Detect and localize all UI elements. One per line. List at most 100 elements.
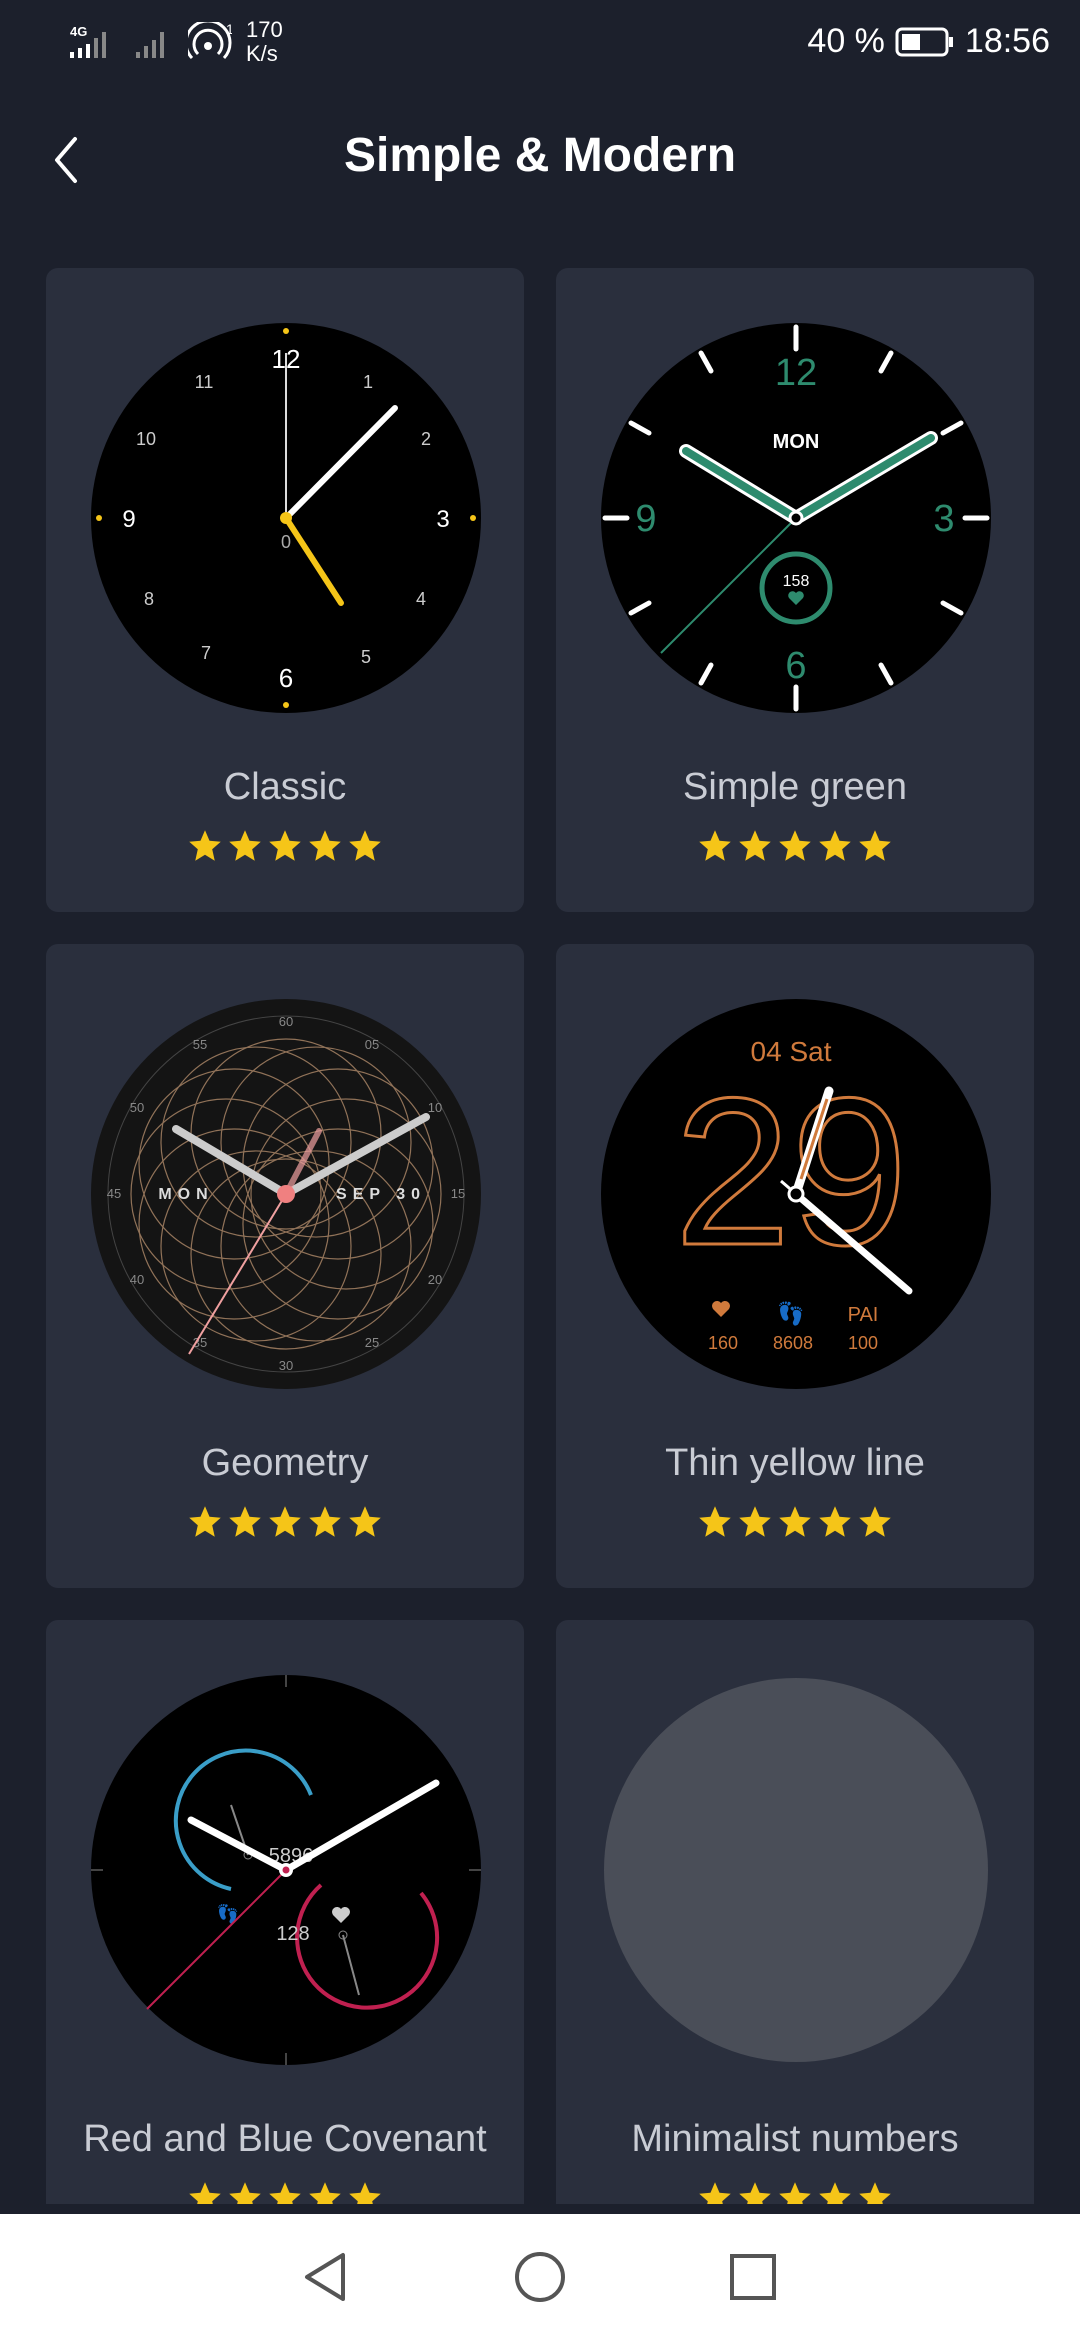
geometry-ring-label: 25 xyxy=(365,1335,379,1350)
covenant-heart: 128 xyxy=(276,1923,309,1945)
classic-num-5: 5 xyxy=(361,647,371,667)
thin-yellow-face-preview: 04 Sat 29 👣 PAI 160 8608 100 xyxy=(601,999,991,1389)
star-icon xyxy=(309,1506,341,1537)
classic-num-7: 7 xyxy=(201,643,211,663)
watch-face-card-thin-yellow-line[interactable]: 04 Sat 29 👣 PAI 160 8608 100 Thin yellow… xyxy=(556,944,1034,1588)
star-icon xyxy=(269,1506,301,1537)
green-num-3: 3 xyxy=(933,498,954,540)
star-icon xyxy=(739,830,771,861)
star-icon xyxy=(699,830,731,861)
simple-green-face-preview: 12 3 6 9 MON 158 xyxy=(601,323,991,713)
battery-percent: 40 % xyxy=(807,22,885,60)
classic-num-6: 6 xyxy=(279,663,293,693)
footsteps-icon: 👣 xyxy=(777,1300,804,1327)
svg-text:1: 1 xyxy=(226,22,232,37)
minimalist-face-placeholder xyxy=(604,1678,988,2062)
classic-center-digit: 0 xyxy=(281,532,291,552)
signal-4g-icon: 4G xyxy=(70,24,106,58)
green-num-6: 6 xyxy=(785,645,806,687)
status-bar: 4G 1 170 K/s 40 % 18:56 xyxy=(0,0,1080,90)
star-icon xyxy=(309,2182,341,2204)
geometry-ring-label: 10 xyxy=(428,1100,442,1115)
star-icon xyxy=(739,1506,771,1537)
geometry-face-preview: 600510152025303540455055 MON SEP 30 xyxy=(91,999,481,1389)
covenant-face-preview: 5896 👣 128 xyxy=(91,1675,481,2065)
svg-text:4G: 4G xyxy=(70,24,87,39)
geometry-ring-label: 40 xyxy=(130,1272,144,1287)
thin-yellow-big-number: 29 xyxy=(674,1054,908,1289)
header: Simple & Modern xyxy=(0,110,1080,210)
rating-stars xyxy=(556,1504,1034,1540)
rating-stars xyxy=(556,828,1034,864)
geometry-ring-label: 55 xyxy=(193,1037,207,1052)
geometry-ring-label: 20 xyxy=(428,1272,442,1287)
classic-num-2: 2 xyxy=(421,429,431,449)
rating-stars xyxy=(46,1504,524,1540)
star-icon xyxy=(859,1506,891,1537)
star-icon xyxy=(739,2182,771,2204)
star-icon xyxy=(309,830,341,861)
star-icon xyxy=(189,830,221,861)
star-icon xyxy=(189,1506,221,1537)
star-icon xyxy=(269,2182,301,2204)
green-heart-rate: 158 xyxy=(783,573,810,590)
geometry-ring-label: 15 xyxy=(451,1186,465,1201)
watch-face-grid: 12 1 2 3 4 5 6 7 8 9 10 11 0 Classic 12 … xyxy=(46,268,1036,2204)
rating-stars xyxy=(46,2180,524,2204)
star-icon xyxy=(819,1506,851,1537)
speed-unit: K/s xyxy=(246,41,278,66)
star-icon xyxy=(779,2182,811,2204)
geometry-ring-label: 30 xyxy=(279,1358,293,1373)
geometry-ring-label: 45 xyxy=(107,1186,121,1201)
system-nav-bar xyxy=(0,2214,1080,2340)
speed-value: 170 xyxy=(246,17,283,42)
clock: 18:56 xyxy=(964,22,1050,60)
classic-num-4: 4 xyxy=(416,589,426,609)
star-icon xyxy=(349,1506,381,1537)
classic-num-1: 1 xyxy=(363,372,373,392)
classic-num-8: 8 xyxy=(144,589,154,609)
star-icon xyxy=(229,1506,261,1537)
watch-face-name: Simple green xyxy=(683,766,907,808)
star-icon xyxy=(779,830,811,861)
green-day: MON xyxy=(773,431,820,453)
hotspot-icon: 1 xyxy=(188,22,232,60)
rating-stars xyxy=(556,2180,1034,2204)
geometry-day: MON xyxy=(158,1186,213,1203)
green-num-9: 9 xyxy=(635,498,656,540)
thin-yellow-heart: 160 xyxy=(708,1333,738,1353)
rating-stars xyxy=(46,828,524,864)
watch-face-card-red-blue-covenant[interactable]: 5896 👣 128 Red and Blue Covenant xyxy=(46,1620,524,2204)
star-icon xyxy=(229,2182,261,2204)
star-icon xyxy=(699,2182,731,2204)
watch-face-card-minimalist-numbers[interactable]: Minimalist numbers xyxy=(556,1620,1034,2204)
star-icon xyxy=(819,2182,851,2204)
thin-yellow-steps: 8608 xyxy=(773,1333,813,1353)
classic-face-preview: 12 1 2 3 4 5 6 7 8 9 10 11 0 xyxy=(91,323,481,713)
page-title: Simple & Modern xyxy=(343,129,737,182)
star-icon xyxy=(349,830,381,861)
watch-face-card-classic[interactable]: 12 1 2 3 4 5 6 7 8 9 10 11 0 Classic xyxy=(46,268,524,912)
watch-face-name: Geometry xyxy=(201,1442,369,1484)
geometry-ring-label: 60 xyxy=(279,1014,293,1029)
star-icon xyxy=(699,1506,731,1537)
thin-yellow-pai: 100 xyxy=(848,1333,878,1353)
classic-num-11: 11 xyxy=(195,372,214,392)
star-icon xyxy=(229,830,261,861)
square-recent-icon[interactable] xyxy=(725,2249,781,2305)
circle-home-icon[interactable] xyxy=(512,2249,568,2305)
geometry-date: SEP 30 xyxy=(336,1186,426,1203)
star-icon xyxy=(269,830,301,861)
triangle-back-icon[interactable] xyxy=(299,2249,355,2305)
watch-face-name: Minimalist numbers xyxy=(631,2118,959,2160)
watch-face-card-geometry[interactable]: 60 05 10 15 20 25 30 35 40 45 50 55 MON SEP 30 Geom… xyxy=(46,944,524,1588)
star-icon xyxy=(819,830,851,861)
green-num-12: 12 xyxy=(775,352,817,394)
watch-face-card-simple-green[interactable]: 12 3 6 9 MON 158 Simple green xyxy=(556,268,1034,912)
star-icon xyxy=(859,2182,891,2204)
classic-num-3: 3 xyxy=(436,506,449,533)
star-icon xyxy=(349,2182,381,2204)
battery-icon xyxy=(895,27,953,56)
classic-num-10: 10 xyxy=(136,429,156,449)
star-icon xyxy=(189,2182,221,2204)
